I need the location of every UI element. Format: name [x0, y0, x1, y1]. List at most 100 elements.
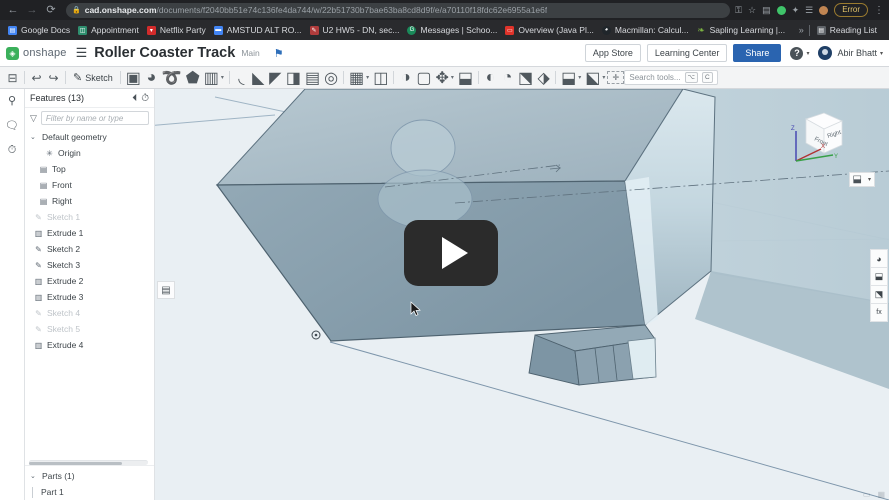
draft-icon[interactable]: ◤: [267, 69, 284, 87]
feature-list-toggle-icon[interactable]: ⊟: [4, 69, 21, 87]
hamburger-menu-icon[interactable]: ☰: [76, 45, 88, 61]
tree-item-sketch-3[interactable]: ✎ Sketch 3: [25, 257, 154, 273]
display-style-icon[interactable]: ◕: [870, 249, 888, 268]
undo-icon[interactable]: ↩: [28, 69, 45, 87]
sketch-button[interactable]: ✎ Sketch: [69, 71, 117, 84]
tree-item-sketch-2[interactable]: ✎ Sketch 2: [25, 241, 154, 257]
parts-group-header[interactable]: ⌄ Parts (1): [25, 468, 154, 484]
bookmark-u2-hw5[interactable]: ✎ U2 HW5 - DN, sec...: [308, 22, 406, 38]
learning-center-button[interactable]: Learning Center: [646, 44, 728, 62]
display-list-icon[interactable]: ▤: [157, 281, 175, 299]
feature-timer-icon[interactable]: ⏱: [141, 93, 149, 104]
transform-caret-icon[interactable]: ▾: [451, 74, 454, 81]
rollback-icon[interactable]: ⏴: [132, 93, 137, 104]
save-page-icon[interactable]: ▤: [762, 5, 771, 16]
reading-list-item[interactable]: ▤ Reading List: [815, 22, 883, 38]
bookmark-sapling[interactable]: ❧ Sapling Learning |...: [695, 22, 791, 38]
back-icon[interactable]: ←: [4, 1, 22, 19]
boolean-icon[interactable]: ◑: [397, 69, 414, 87]
share-button[interactable]: Share: [733, 44, 782, 62]
user-name-label[interactable]: Abir Bhatt: [837, 48, 877, 58]
reading-list-button-icon[interactable]: ☰: [805, 5, 813, 16]
chevron-down-icon[interactable]: ⌄: [30, 472, 38, 480]
comment-icon[interactable]: 🗨: [5, 119, 19, 132]
onshape-logo[interactable]: ◈ onshape: [6, 46, 67, 60]
add-feature-icon[interactable]: ⚲: [8, 94, 16, 107]
section-view-icon[interactable]: ⬓: [870, 267, 888, 286]
filter-input[interactable]: Filter by name or type: [40, 111, 149, 125]
page-title[interactable]: Roller Coaster Track: [94, 45, 235, 61]
extensions-puzzle-icon[interactable]: ✦: [792, 5, 800, 16]
view-cube[interactable]: Front Right Z X Y: [776, 109, 856, 179]
forward-icon[interactable]: →: [23, 1, 41, 19]
history-icon[interactable]: ⏱: [8, 144, 17, 157]
app-store-button[interactable]: App Store: [584, 44, 641, 62]
key-icon[interactable]: ⚿: [735, 5, 742, 16]
grid-icon[interactable]: ▦: [877, 490, 885, 499]
bookmark-star-icon[interactable]: ☆: [748, 5, 756, 16]
user-caret-icon[interactable]: ▾: [880, 50, 883, 57]
rib-icon[interactable]: ◨: [284, 69, 303, 87]
bookmark-netflix-party[interactable]: ▾ Netflix Party: [145, 22, 212, 38]
insert-caret-icon[interactable]: ▾: [578, 74, 581, 81]
enclose-icon[interactable]: ⬔: [516, 69, 535, 87]
bookmark-java-overview[interactable]: ▭ Overview (Java Pl...: [503, 22, 600, 38]
extension-green-icon[interactable]: [776, 5, 786, 15]
tree-item-front[interactable]: ▤ Front: [25, 177, 154, 193]
tree-item-extrude-1[interactable]: ▥ Extrude 1: [25, 225, 154, 241]
view-orientation-button[interactable]: ⬓ ▾: [848, 172, 875, 187]
tree-item-right[interactable]: ▤ Right: [25, 193, 154, 209]
branch-icon[interactable]: ⚑: [274, 47, 284, 60]
profile-avatar-icon[interactable]: [819, 5, 829, 15]
redo-icon[interactable]: ↪: [45, 69, 62, 87]
tree-item-sketch-5[interactable]: ✎ Sketch 5: [25, 321, 154, 337]
reload-icon[interactable]: ⟳: [42, 1, 60, 19]
shell-icon[interactable]: ▤: [303, 69, 322, 87]
insert-part-icon[interactable]: ⬓: [559, 69, 578, 87]
address-bar[interactable]: 🔒 cad.onshape.com/documents/f2040bb51e74…: [66, 2, 731, 18]
chamfer-icon[interactable]: ◣: [250, 69, 267, 87]
tree-item-sketch-1[interactable]: ✎ Sketch 1: [25, 209, 154, 225]
tree-item-top[interactable]: ▤ Top: [25, 161, 154, 177]
bookmarks-overflow-icon[interactable]: »: [799, 25, 804, 35]
chevron-down-icon[interactable]: ⌄: [30, 133, 38, 141]
hole-icon[interactable]: ◎: [322, 69, 340, 87]
tree-item-extrude-4[interactable]: ▥ Extrude 4: [25, 337, 154, 353]
variable-icon[interactable]: fx: [870, 303, 888, 322]
assembly-icon[interactable]: ⬗: [535, 69, 552, 87]
bookmark-amstud[interactable]: ▬ AMSTUD ALT RO...: [212, 22, 308, 38]
bookmark-macmillan[interactable]: ◕ Macmillan: Calcul...: [600, 22, 695, 38]
filter-funnel-icon[interactable]: ▽: [30, 113, 37, 124]
plane-icon[interactable]: ▣: [124, 69, 143, 87]
bookmark-messages[interactable]: G Messages | Schoo...: [405, 22, 503, 38]
chevron-down-icon[interactable]: ▾: [868, 176, 871, 183]
delete-face-icon[interactable]: ◔: [499, 69, 516, 87]
sweep-icon[interactable]: ➰: [160, 69, 184, 87]
split-icon[interactable]: ▢: [414, 69, 433, 87]
tree-item-origin[interactable]: ✳ Origin: [25, 145, 154, 161]
3d-viewport[interactable]: ▤ Front Right Z X Y ⬓ ▾ ◕ ⬓ ⬔ fx ▭ ▦: [155, 89, 889, 500]
tree-item-sketch-4[interactable]: ✎ Sketch 4: [25, 305, 154, 321]
mirror-icon[interactable]: ◫: [371, 69, 390, 87]
move-face-icon[interactable]: ⬓: [456, 69, 475, 87]
loft-icon[interactable]: ⬟: [184, 69, 202, 87]
avatar[interactable]: [818, 46, 833, 60]
derive-icon[interactable]: ⬕: [583, 69, 602, 87]
chrome-menu-icon[interactable]: ⋮: [874, 5, 884, 16]
transform-icon[interactable]: ✥: [433, 69, 450, 87]
thicken-icon[interactable]: ◐: [482, 69, 499, 87]
help-caret-icon[interactable]: ▾: [806, 50, 809, 57]
tree-item-extrude-3[interactable]: ▥ Extrude 3: [25, 289, 154, 305]
help-icon[interactable]: ?: [790, 46, 804, 60]
bookmark-google-docs[interactable]: ▤ Google Docs: [6, 22, 76, 38]
extrude-caret-icon[interactable]: ▾: [221, 74, 224, 81]
search-tools-box[interactable]: Search tools... ⌥ C: [624, 70, 718, 85]
video-play-button[interactable]: [404, 220, 498, 286]
explode-view-icon[interactable]: ⬔: [870, 285, 888, 304]
extrude-icon[interactable]: ▥: [202, 69, 221, 87]
measure-icon[interactable]: ✛: [607, 71, 625, 84]
pattern-caret-icon[interactable]: ▾: [366, 74, 369, 81]
error-badge[interactable]: Error: [834, 3, 868, 17]
units-icon[interactable]: ▭: [863, 490, 871, 499]
revolve-icon[interactable]: ◕: [143, 69, 160, 87]
